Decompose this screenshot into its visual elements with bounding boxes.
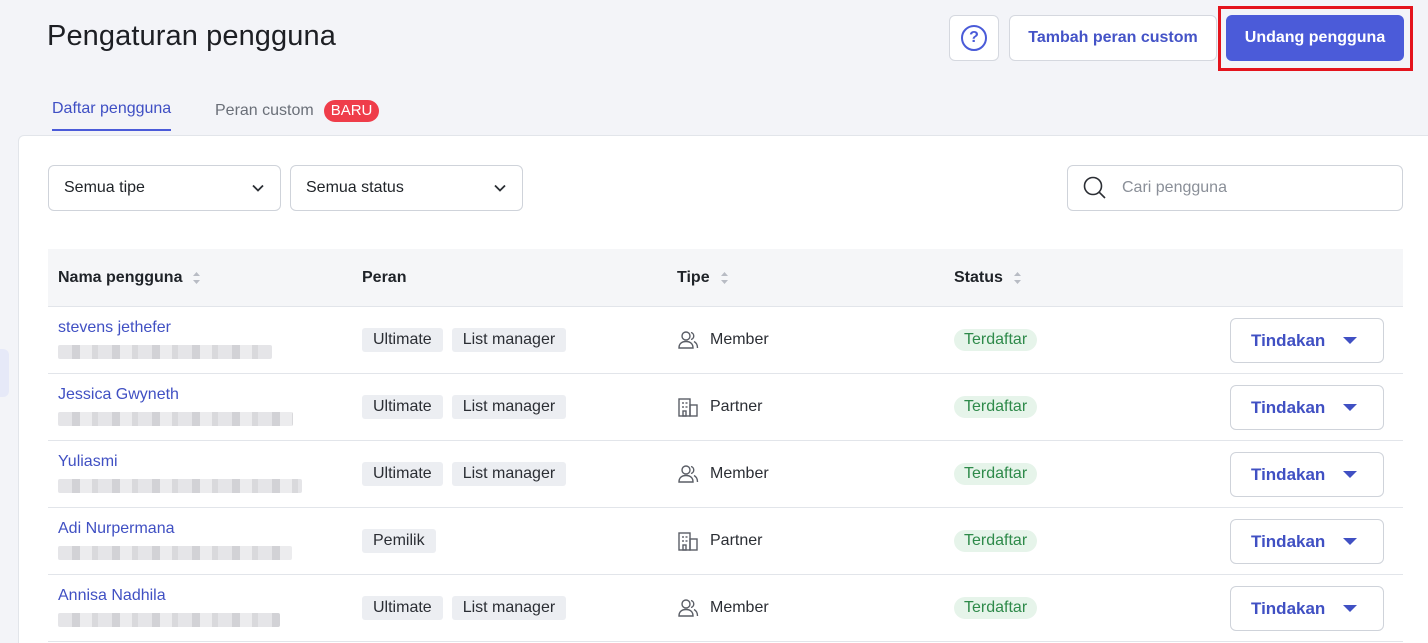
actions-dropdown-button[interactable]: Tindakan [1230,586,1384,631]
new-badge: BARU [323,100,380,122]
table-row: Yuliasmi Ultimate List manager Member Te… [48,441,1403,508]
actions-label: Tindakan [1251,531,1326,551]
role-list: Ultimate List manager [362,395,567,419]
column-header-name[interactable]: Nama pengguna [58,249,201,307]
user-type-label: Member [710,599,769,616]
column-header-type[interactable]: Tipe [677,249,729,307]
actions-dropdown-button[interactable]: Tindakan [1230,385,1384,430]
search-input[interactable] [1122,179,1382,197]
search-icon [1083,176,1106,199]
actions-label: Tindakan [1251,330,1326,350]
email-redacted [58,479,302,493]
search-box[interactable] [1067,165,1403,211]
column-header-status[interactable]: Status [954,249,1022,307]
caret-down-icon [1343,538,1357,545]
actions-label: Tindakan [1251,464,1326,484]
caret-down-icon [1343,471,1357,478]
type-filter-value: Semua tipe [64,179,145,196]
side-handle[interactable] [0,349,9,397]
building-icon [678,398,698,417]
users-icon [678,331,699,349]
users-icon [678,465,699,483]
user-type: Member [677,597,769,619]
role-chip: List manager [451,328,567,352]
status-badge: Terdaftar [954,396,1038,418]
table-row: stevens jethefer Ultimate List manager M… [48,307,1403,374]
user-name-link[interactable]: Adi Nurpermana [58,520,175,538]
sort-icon [720,272,728,284]
building-icon [678,532,698,551]
email-redacted [58,412,293,426]
user-type-label: Partner [710,398,763,415]
tab-user-list-label: Daftar pengguna [52,100,172,117]
actions-dropdown-button[interactable]: Tindakan [1230,318,1384,363]
users-icon [678,599,699,617]
status-filter-value: Semua status [306,179,404,196]
email-redacted [58,613,280,627]
help-button[interactable]: ? [949,15,999,61]
status-badge: Terdaftar [954,329,1038,351]
actions-dropdown-button[interactable]: Tindakan [1230,519,1384,564]
caret-down-icon [1343,605,1357,612]
table-row: Jessica Gwyneth Ultimate List manager Pa… [48,374,1403,441]
status-badge: Terdaftar [954,530,1038,552]
column-header-status-label: Status [954,269,1003,286]
email-redacted [58,546,292,560]
column-header-role-label: Peran [362,269,407,286]
user-name-link[interactable]: stevens jethefer [58,319,171,337]
role-chip: List manager [451,395,567,419]
user-type: Member [677,463,769,485]
email-redacted [58,345,272,359]
caret-down-icon [1343,337,1357,344]
tab-custom-roles-label: Peran custom [215,102,314,119]
sort-icon [1013,272,1021,284]
role-chip: Pemilik [362,529,436,553]
status-filter-select[interactable]: Semua status [290,165,523,211]
column-header-role: Peran [362,249,406,307]
column-header-type-label: Tipe [677,269,710,286]
role-chip: Ultimate [362,395,443,419]
sort-icon [193,272,201,284]
role-list: Ultimate List manager [362,596,567,620]
status-badge: Terdaftar [954,463,1038,485]
status-badge: Terdaftar [954,597,1038,619]
role-chip: Ultimate [362,328,443,352]
user-name-link[interactable]: Annisa Nadhila [58,587,166,605]
actions-label: Tindakan [1251,397,1326,417]
role-chip: List manager [451,462,567,486]
chevron-down-icon [252,184,264,192]
role-list: Pemilik [362,529,436,553]
user-type-label: Partner [710,532,763,549]
role-chip: Ultimate [362,596,443,620]
user-type: Partner [677,396,762,418]
role-list: Ultimate List manager [362,328,567,352]
user-type: Partner [677,530,762,552]
column-header-name-label: Nama pengguna [58,269,183,286]
table-header: Nama pengguna Peran Tipe Status [48,249,1403,307]
table-row: Adi Nurpermana Pemilik Partner Terdaftar… [48,508,1403,575]
type-filter-select[interactable]: Semua tipe [48,165,281,211]
invite-user-button[interactable]: Undang pengguna [1226,15,1404,61]
caret-down-icon [1343,404,1357,411]
question-icon: ? [961,25,987,51]
user-type-label: Member [710,465,769,482]
role-list: Ultimate List manager [362,462,567,486]
table-row: Annisa Nadhila Ultimate List manager Mem… [48,575,1403,642]
actions-label: Tindakan [1251,598,1326,618]
user-name-link[interactable]: Yuliasmi [58,453,118,471]
page-title: Pengaturan pengguna [47,20,336,52]
user-type-label: Member [710,331,769,348]
tab-custom-roles[interactable]: Peran custom BARU [215,100,380,122]
user-type: Member [677,329,769,351]
add-custom-role-button[interactable]: Tambah peran custom [1009,15,1217,61]
user-name-link[interactable]: Jessica Gwyneth [58,386,179,404]
role-chip: Ultimate [362,462,443,486]
tab-user-list[interactable]: Daftar pengguna [52,100,172,131]
role-chip: List manager [451,596,567,620]
chevron-down-icon [494,184,506,192]
actions-dropdown-button[interactable]: Tindakan [1230,452,1384,497]
